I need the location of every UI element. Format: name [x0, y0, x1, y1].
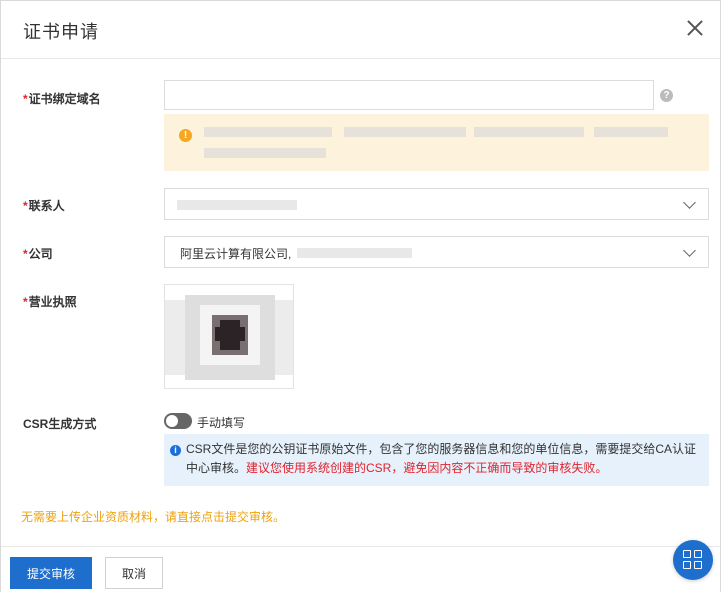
cancel-button[interactable]: 取消 — [105, 557, 163, 589]
required-mark: * — [23, 247, 28, 261]
info-icon: i — [170, 445, 181, 456]
close-icon[interactable] — [684, 17, 706, 39]
blurred-company — [297, 248, 412, 258]
license-label: *营业执照 — [23, 293, 77, 310]
required-mark: * — [23, 92, 28, 106]
csr-info-box: i CSR文件是您的公钥证书原始文件，包含了您的服务器信息和您的单位信息，需要提… — [164, 434, 709, 486]
chevron-down-icon — [683, 196, 696, 209]
submit-review-button[interactable]: 提交审核 — [10, 557, 92, 589]
dialog-title: 证书申请 — [23, 22, 99, 42]
required-mark: * — [23, 199, 28, 213]
csr-toggle-label: 手动填写 — [197, 416, 246, 430]
grid-icon[interactable] — [673, 540, 713, 580]
blurred-text — [344, 127, 466, 137]
license-label-text: 营业执照 — [28, 295, 77, 309]
question-icon[interactable]: ? — [660, 89, 673, 102]
grid-cell — [694, 550, 702, 558]
csr-manual-toggle[interactable] — [164, 413, 192, 429]
chevron-down-icon — [683, 244, 696, 257]
no-material-note: 无需要上传企业资质材料，请直接点击提交审核。 — [21, 510, 286, 524]
contact-select[interactable] — [164, 188, 709, 220]
company-select[interactable]: 阿里云计算有限公司, — [164, 236, 709, 268]
grid-cell — [683, 550, 691, 558]
certificate-apply-dialog: 证书申请 *证书绑定域名 ? ! *联系人 *公司 阿里云计算有限公司, *营业… — [0, 0, 721, 593]
dialog-footer: 提交审核 取消 — [1, 546, 720, 593]
required-mark: * — [23, 295, 28, 309]
contact-label: *联系人 — [23, 197, 65, 214]
domain-label: *证书绑定域名 — [23, 90, 101, 107]
blurred-contact — [177, 200, 297, 210]
domain-input[interactable] — [164, 80, 654, 110]
dialog-header: 证书申请 — [1, 1, 720, 59]
blurred-text — [594, 127, 668, 137]
company-label: *公司 — [23, 245, 53, 262]
blurred-text — [474, 127, 584, 137]
grid-cell — [683, 561, 691, 569]
blurred-text — [204, 148, 326, 158]
contact-label-text: 联系人 — [28, 199, 65, 213]
csr-info-warning: 建议您使用系统创建的CSR，避免因内容不正确而导致的审核失败。 — [246, 461, 608, 475]
grid-cell — [694, 561, 702, 569]
license-image-thumbnail[interactable] — [164, 284, 294, 389]
csr-label: CSR生成方式 — [23, 417, 97, 431]
company-value: 阿里云计算有限公司, — [180, 247, 292, 261]
domain-warning-box: ! — [164, 114, 709, 171]
company-label-text: 公司 — [28, 247, 53, 261]
warning-icon: ! — [179, 129, 192, 142]
image-pixel — [215, 327, 245, 341]
domain-label-text: 证书绑定域名 — [28, 92, 101, 106]
blurred-text — [204, 127, 332, 137]
